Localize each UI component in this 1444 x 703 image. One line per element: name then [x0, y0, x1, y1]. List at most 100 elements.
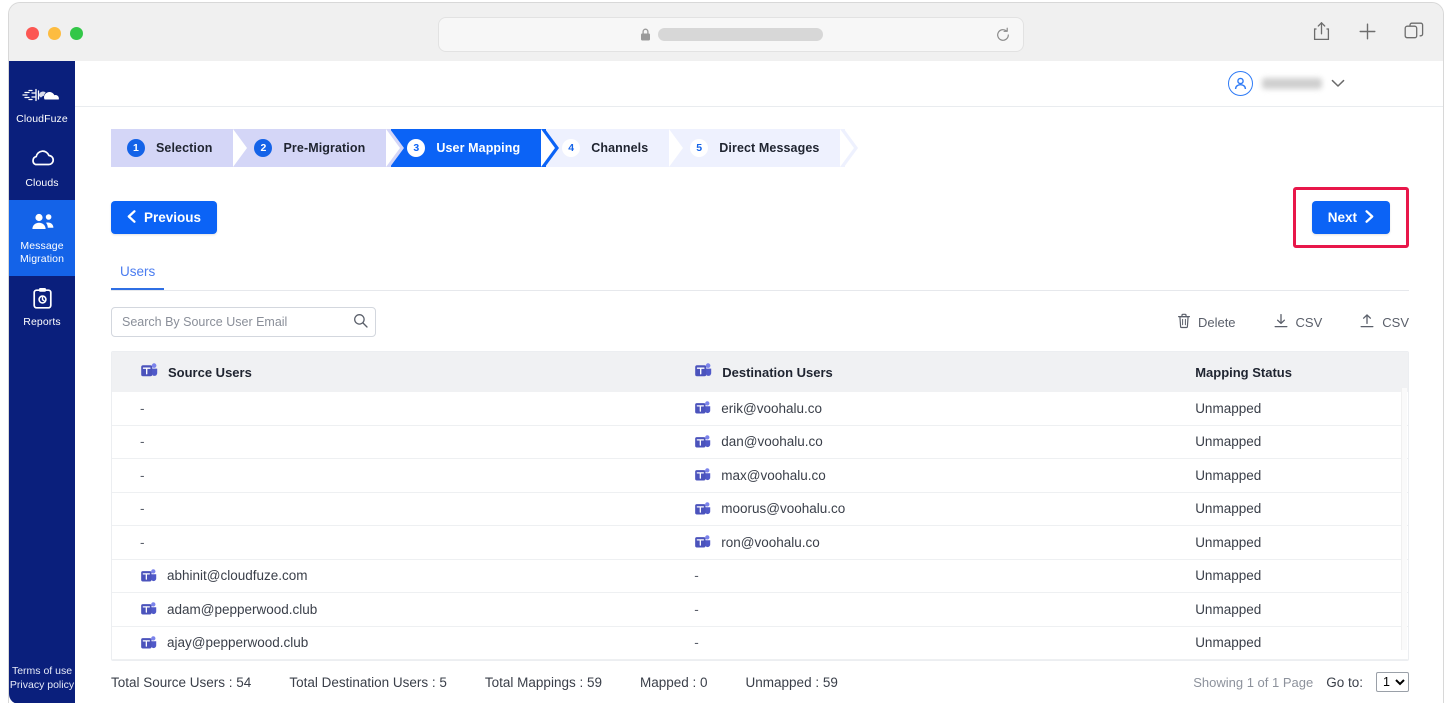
mapping-status-cell: Unmapped	[1181, 492, 1408, 526]
browser-toolbar-right	[1312, 21, 1424, 47]
minimize-window-button[interactable]	[48, 26, 61, 40]
cloud-icon	[29, 147, 55, 171]
chevron-down-icon	[1331, 75, 1345, 93]
copy-tabs-icon[interactable]	[1404, 22, 1424, 46]
mapping-status-cell-text: Unmapped	[1195, 534, 1262, 550]
user-mapping-table-container: Source Users Destination Users Mapping S…	[111, 351, 1409, 661]
maximize-window-button[interactable]	[70, 26, 83, 40]
goto-page-select[interactable]: 1	[1376, 672, 1409, 692]
download-csv-button[interactable]: CSV	[1273, 313, 1323, 332]
table-row[interactable]: adam@pepperwood.club - Unmapped	[112, 592, 1408, 627]
mapping-status-cell: Unmapped	[1181, 626, 1408, 660]
step-selection[interactable]: 1 Selection	[111, 129, 252, 167]
plus-icon[interactable]	[1358, 22, 1377, 46]
microsoft-teams-icon	[140, 635, 157, 651]
destination-user-cell: -	[682, 559, 1182, 593]
table-row[interactable]: - moorus@voohalu.co Unmapped	[112, 492, 1408, 526]
table-row[interactable]: - ron@voohalu.co Unmapped	[112, 525, 1408, 560]
lock-icon	[640, 28, 651, 41]
download-icon	[1273, 313, 1289, 332]
step-label: Direct Messages	[719, 141, 820, 155]
table-row[interactable]: - dan@voohalu.co Unmapped	[112, 425, 1408, 459]
address-bar[interactable]	[438, 17, 1024, 52]
source-user-cell-text: -	[140, 501, 145, 517]
content-tabs: Users	[111, 264, 1409, 291]
browser-window: CloudFuze Clouds Message Migration Repor…	[8, 2, 1444, 703]
download-csv-label: CSV	[1295, 314, 1323, 330]
mapping-status-cell-text: Unmapped	[1195, 635, 1262, 651]
source-user-cell-text: -	[140, 400, 145, 416]
microsoft-teams-icon	[694, 362, 712, 382]
destination-user-cell: ron@voohalu.co	[682, 525, 1182, 560]
username-redacted	[1262, 78, 1322, 89]
address-bar-url-redacted	[657, 28, 823, 41]
step-pre-migration[interactable]: 2 Pre-Migration	[238, 129, 405, 167]
previous-button[interactable]: Previous	[111, 201, 218, 234]
column-header-destination-users[interactable]: Destination Users	[682, 352, 1182, 392]
microsoft-teams-icon	[694, 534, 711, 550]
table-footer: Total Source Users : 54 Total Destinatio…	[111, 661, 1409, 703]
sidebar-item-reports[interactable]: Reports	[9, 276, 75, 340]
source-user-cell: -	[112, 425, 683, 459]
step-number: 3	[407, 139, 426, 157]
delete-button-label: Delete	[1197, 314, 1236, 330]
destination-user-cell-text: moorus@voohalu.co	[721, 501, 846, 517]
destination-user-cell-text: max@voohalu.co	[721, 467, 826, 483]
destination-user-cell-text: -	[694, 635, 699, 651]
destination-user-cell: -	[682, 592, 1182, 627]
microsoft-teams-icon	[694, 434, 711, 450]
mapping-status-cell: Unmapped	[1181, 425, 1408, 459]
total-destination-users: Total Destination Users : 5	[289, 674, 447, 690]
next-button[interactable]: Next	[1311, 201, 1390, 234]
table-vertical-scrollbar[interactable]	[1401, 388, 1407, 650]
total-source-users: Total Source Users : 54	[111, 674, 252, 690]
sidebar-legal-links: Terms of use Privacy policy	[9, 664, 75, 692]
showing-pages-label: Showing 1 of 1 Page	[1193, 674, 1314, 690]
step-label: Selection	[156, 141, 213, 155]
sidebar-brand-label: CloudFuze	[16, 113, 68, 125]
upload-csv-button[interactable]: CSV	[1359, 313, 1409, 332]
mapping-status-cell: Unmapped	[1181, 392, 1408, 426]
column-header-label: Source Users	[168, 364, 252, 380]
share-icon[interactable]	[1312, 21, 1331, 47]
source-user-cell: abhinit@cloudfuze.com	[112, 559, 683, 593]
microsoft-teams-icon	[140, 362, 158, 382]
step-user-mapping[interactable]: 3 User Mapping	[391, 129, 560, 167]
column-header-label: Destination Users	[722, 364, 833, 380]
sidebar-item-message-migration[interactable]: Message Migration	[9, 200, 75, 276]
step-channels[interactable]: 4 Channels	[546, 129, 688, 167]
trash-icon	[1177, 313, 1191, 332]
table-row[interactable]: - erik@voohalu.co Unmapped	[112, 392, 1408, 426]
reload-icon[interactable]	[995, 27, 1011, 48]
destination-user-cell: max@voohalu.co	[682, 458, 1182, 493]
privacy-policy-link[interactable]: Privacy policy	[9, 678, 75, 692]
sidebar-item-label: Clouds	[25, 176, 59, 189]
profile-menu[interactable]	[1228, 71, 1345, 96]
search-input[interactable]	[111, 307, 376, 337]
mapping-status-cell-text: Unmapped	[1195, 434, 1262, 450]
search-icon[interactable]	[353, 313, 368, 331]
terms-of-use-link[interactable]: Terms of use	[9, 664, 75, 678]
next-button-label: Next	[1327, 210, 1357, 225]
destination-user-cell: -	[682, 626, 1182, 660]
close-window-button[interactable]	[26, 26, 39, 40]
sidebar-item-clouds[interactable]: Clouds	[9, 137, 75, 201]
destination-user-cell-text: ron@voohalu.co	[721, 534, 820, 550]
mapping-status-cell-text: Unmapped	[1195, 568, 1262, 584]
microsoft-teams-icon	[694, 501, 711, 517]
source-user-cell: -	[112, 458, 683, 493]
table-row[interactable]: abhinit@cloudfuze.com - Unmapped	[112, 559, 1408, 593]
table-header-row: Source Users Destination Users Mapping S…	[112, 352, 1408, 392]
mapping-status-cell: Unmapped	[1181, 458, 1408, 493]
tab-users[interactable]: Users	[111, 264, 165, 290]
pagination: Showing 1 of 1 Page Go to: 1	[1193, 672, 1409, 692]
delete-button[interactable]: Delete	[1177, 313, 1236, 332]
migration-stepper: 1 Selection 2 Pre-Migration 3 User Mappi…	[111, 129, 1443, 167]
sidebar-brand-cloudfuze[interactable]: CloudFuze	[9, 73, 75, 137]
column-header-source-users[interactable]: Source Users	[112, 352, 683, 392]
table-row[interactable]: - max@voohalu.co Unmapped	[112, 458, 1408, 493]
table-row[interactable]: ajay@pepperwood.club - Unmapped	[112, 626, 1408, 660]
chevron-right-icon	[1365, 209, 1374, 226]
step-direct-messages[interactable]: 5 Direct Messages	[674, 129, 859, 167]
column-header-mapping-status[interactable]: Mapping Status	[1181, 352, 1408, 392]
